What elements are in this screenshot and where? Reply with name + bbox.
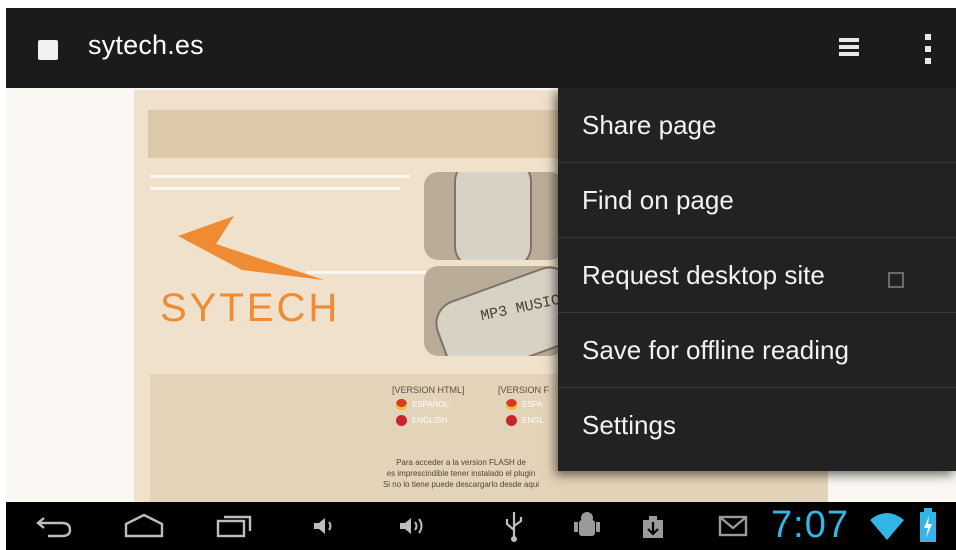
version-flash-label[interactable]: [VERSION F: [498, 385, 549, 395]
back-icon[interactable]: [34, 514, 74, 538]
overflow-menu-icon[interactable]: [908, 28, 948, 72]
menu-item-save-offline[interactable]: Save for offline reading: [558, 313, 956, 388]
blurb-line: es imprescindible tener instalado el plu…: [386, 469, 536, 478]
device-screen: sytech.es SYTECH MP3 MUSIC [VERSION HTML…: [6, 8, 956, 550]
device-photo-top: [424, 172, 564, 260]
system-navigation-bar: 7:07: [6, 502, 956, 550]
volume-down-icon[interactable]: [310, 514, 338, 538]
menu-item-share-page[interactable]: Share page: [558, 88, 956, 163]
spain-flag-icon: [506, 399, 517, 410]
site-header-band: [148, 110, 568, 158]
gmail-icon: [718, 515, 748, 537]
decor-stripe: [150, 187, 400, 190]
lang-es-html[interactable]: ESPAÑOL: [412, 400, 449, 409]
version-html-label[interactable]: [VERSION HTML]: [392, 385, 465, 395]
site-favicon-icon: [38, 40, 58, 60]
uk-flag-icon: [396, 415, 407, 426]
blurb-line: Si no lo tiene puede descargarlo desde a…: [382, 480, 540, 489]
recent-apps-icon[interactable]: [214, 512, 254, 538]
menu-item-label: Find on page: [582, 185, 734, 215]
blurb-line: Para acceder a la version FLASH de: [396, 458, 526, 467]
debug-android-icon: [574, 512, 600, 536]
site-blurb: Para acceder a la version FLASH de es im…: [326, 457, 596, 490]
request-desktop-checkbox[interactable]: [888, 272, 904, 288]
menu-item-request-desktop-site[interactable]: Request desktop site: [558, 238, 956, 313]
device-photo-bottom: MP3 MUSIC: [424, 266, 564, 356]
status-clock: 7:07: [771, 504, 849, 546]
home-icon[interactable]: [122, 512, 166, 538]
battery-icon: [920, 508, 936, 542]
usb-icon: [505, 512, 523, 542]
wifi-icon: [870, 513, 904, 540]
sytech-logo-swoosh-icon: [178, 216, 324, 280]
overflow-menu: Share page Find on page Request desktop …: [558, 88, 956, 471]
decor-stripe: [150, 175, 410, 178]
tabs-stack-icon[interactable]: [826, 28, 874, 68]
menu-item-settings[interactable]: Settings: [558, 388, 956, 462]
spain-flag-icon: [396, 399, 407, 410]
lang-es-flash[interactable]: ESPA: [522, 400, 543, 409]
address-title[interactable]: sytech.es: [88, 30, 204, 61]
menu-item-label: Settings: [582, 410, 676, 440]
menu-item-find-on-page[interactable]: Find on page: [558, 163, 956, 238]
download-icon: [643, 516, 663, 538]
sytech-logo-text: SYTECH: [160, 286, 341, 330]
browser-action-bar: sytech.es: [6, 8, 956, 88]
volume-up-icon[interactable]: [396, 514, 430, 538]
menu-item-label: Share page: [582, 110, 717, 140]
lang-en-flash[interactable]: ENGL: [522, 416, 544, 425]
menu-item-label: Request desktop site: [582, 260, 825, 290]
menu-item-label: Save for offline reading: [582, 335, 849, 365]
lang-en-html[interactable]: ENGLISH: [412, 416, 447, 425]
uk-flag-icon: [506, 415, 517, 426]
